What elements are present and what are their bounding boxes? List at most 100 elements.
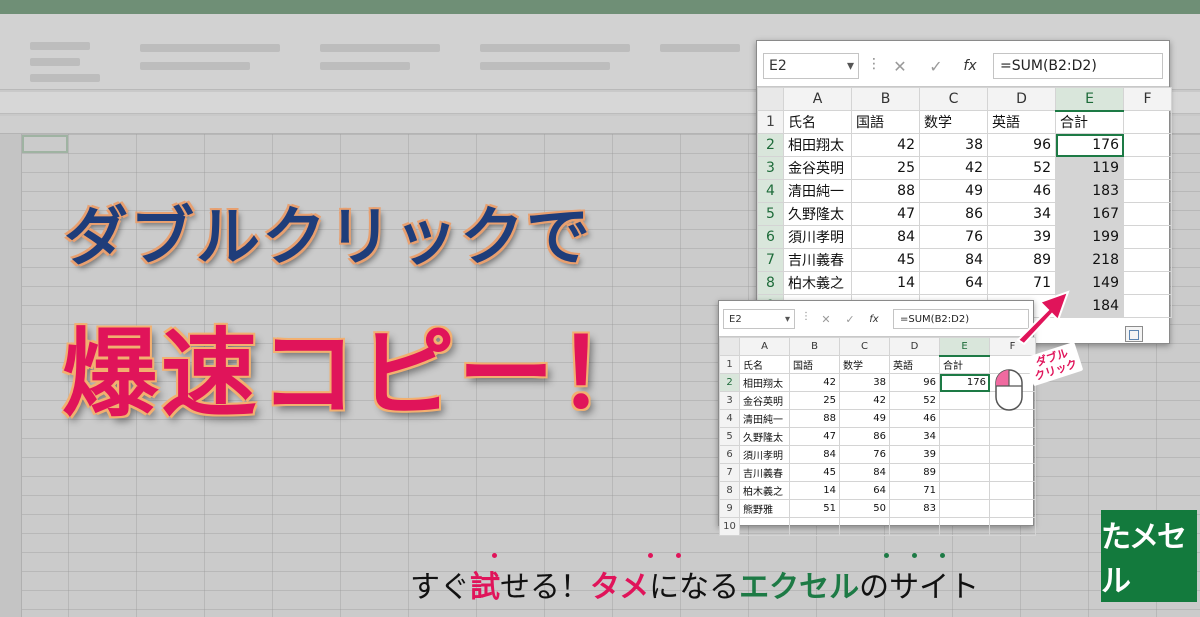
chevron-down-icon[interactable]: ▾ xyxy=(785,314,790,325)
cell[interactable]: 数学 xyxy=(839,355,890,374)
cell[interactable] xyxy=(789,517,840,536)
cell[interactable]: 熊野雅 xyxy=(739,499,790,518)
cell[interactable] xyxy=(1123,271,1172,295)
cell[interactable] xyxy=(939,481,990,500)
cell[interactable]: 49 xyxy=(839,409,890,428)
cell[interactable]: 84 xyxy=(789,445,840,464)
cell[interactable] xyxy=(989,409,1036,428)
active-cell[interactable]: 176 xyxy=(1055,133,1124,157)
row-header[interactable]: 4 xyxy=(757,179,784,203)
formula-input[interactable]: =SUM(B2:D2) xyxy=(993,53,1163,79)
cell[interactable]: 清田純一 xyxy=(783,179,852,203)
row-header[interactable]: 3 xyxy=(757,156,784,180)
cell[interactable]: 久野隆太 xyxy=(739,427,790,446)
row-header[interactable]: 1 xyxy=(757,110,784,134)
cell[interactable]: 39 xyxy=(987,225,1056,249)
select-all-corner[interactable] xyxy=(719,337,740,356)
row-header[interactable]: 4 xyxy=(719,409,740,428)
cell[interactable] xyxy=(939,391,990,410)
cell[interactable]: 金谷英明 xyxy=(783,156,852,180)
cell[interactable] xyxy=(989,463,1036,482)
cell[interactable]: 49 xyxy=(919,179,988,203)
cell[interactable] xyxy=(1123,294,1172,318)
row-header[interactable]: 3 xyxy=(719,391,740,410)
cell[interactable] xyxy=(1123,156,1172,180)
cell[interactable]: 25 xyxy=(789,391,840,410)
cell[interactable] xyxy=(939,499,990,518)
cell[interactable]: 英語 xyxy=(889,355,940,374)
name-box[interactable]: E2 ▾ xyxy=(763,53,859,79)
cell[interactable]: 国語 xyxy=(789,355,840,374)
column-header[interactable]: C xyxy=(919,87,988,111)
cell[interactable]: 52 xyxy=(889,391,940,410)
cell[interactable]: 51 xyxy=(789,499,840,518)
cell[interactable]: 47 xyxy=(789,427,840,446)
enter-check-icon[interactable]: ✓ xyxy=(921,53,951,79)
cell[interactable]: 86 xyxy=(919,202,988,226)
cell[interactable]: 96 xyxy=(889,373,940,392)
column-header[interactable]: C xyxy=(839,337,890,356)
column-header[interactable]: A xyxy=(783,87,852,111)
cell[interactable]: 64 xyxy=(919,271,988,295)
cell[interactable] xyxy=(939,409,990,428)
row-header[interactable]: 7 xyxy=(719,463,740,482)
cell[interactable]: 64 xyxy=(839,481,890,500)
insert-function-icon[interactable]: fx xyxy=(955,53,985,79)
cell[interactable]: 25 xyxy=(851,156,920,180)
cell[interactable]: 34 xyxy=(987,202,1056,226)
cell[interactable]: 国語 xyxy=(851,110,920,134)
cell[interactable] xyxy=(939,463,990,482)
cell[interactable]: 合計 xyxy=(939,355,990,374)
row-header[interactable]: 2 xyxy=(757,133,784,157)
select-all-corner[interactable] xyxy=(757,87,784,111)
cell[interactable]: 71 xyxy=(889,481,940,500)
row-header[interactable]: 10 xyxy=(719,517,740,536)
cell[interactable]: 氏名 xyxy=(739,355,790,374)
cell[interactable]: 45 xyxy=(851,248,920,272)
formula-input[interactable]: =SUM(B2:D2) xyxy=(893,309,1029,329)
cell[interactable]: 39 xyxy=(889,445,940,464)
cell[interactable]: 47 xyxy=(851,202,920,226)
cell[interactable]: 34 xyxy=(889,427,940,446)
row-header[interactable]: 1 xyxy=(719,355,740,374)
column-header[interactable]: E xyxy=(1055,87,1124,112)
row-header[interactable]: 6 xyxy=(719,445,740,464)
row-header[interactable]: 8 xyxy=(719,481,740,500)
cell[interactable] xyxy=(1123,202,1172,226)
column-header[interactable]: D xyxy=(889,337,940,356)
name-box[interactable]: E2 ▾ xyxy=(723,309,795,329)
cell[interactable]: 英語 xyxy=(987,110,1056,134)
row-header[interactable]: 5 xyxy=(719,427,740,446)
cell[interactable]: 89 xyxy=(889,463,940,482)
column-header[interactable]: F xyxy=(1123,87,1172,111)
cell[interactable] xyxy=(1123,248,1172,272)
cell[interactable]: 50 xyxy=(839,499,890,518)
cell[interactable] xyxy=(939,427,990,446)
cell[interactable]: 88 xyxy=(851,179,920,203)
cell[interactable]: 柏木義之 xyxy=(783,271,852,295)
column-header[interactable]: A xyxy=(739,337,790,356)
cell[interactable] xyxy=(1123,110,1172,134)
cell[interactable]: 52 xyxy=(987,156,1056,180)
column-header[interactable]: E xyxy=(939,337,990,357)
cell[interactable]: 氏名 xyxy=(783,110,852,134)
cell[interactable] xyxy=(989,499,1036,518)
cell[interactable]: 14 xyxy=(851,271,920,295)
active-cell[interactable]: 176 xyxy=(939,373,990,392)
cell[interactable] xyxy=(1123,179,1172,203)
row-header[interactable]: 9 xyxy=(719,499,740,518)
cell[interactable]: 84 xyxy=(919,248,988,272)
cell[interactable] xyxy=(989,481,1036,500)
cell[interactable]: 須川孝明 xyxy=(739,445,790,464)
row-header[interactable]: 2 xyxy=(719,373,740,392)
cancel-icon[interactable]: ✕ xyxy=(885,53,915,79)
cell[interactable]: 合計 xyxy=(1055,110,1124,134)
cell[interactable]: 84 xyxy=(839,463,890,482)
cell[interactable]: 46 xyxy=(889,409,940,428)
cell[interactable]: 183 xyxy=(1055,179,1124,203)
cell[interactable]: 吉川義春 xyxy=(739,463,790,482)
cell[interactable]: 84 xyxy=(851,225,920,249)
site-logo[interactable]: たメセル xyxy=(1101,510,1197,602)
cell[interactable]: 42 xyxy=(839,391,890,410)
enter-check-icon[interactable]: ✓ xyxy=(839,309,861,329)
